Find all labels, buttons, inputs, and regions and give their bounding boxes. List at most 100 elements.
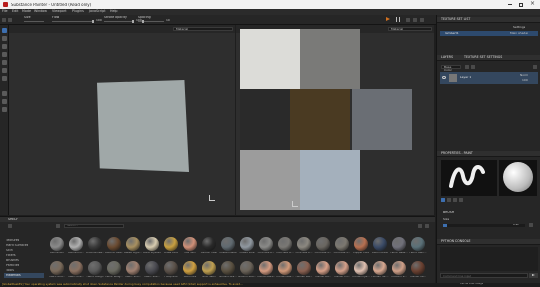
material-thumbnail[interactable] [392, 237, 406, 251]
material-thumbnail[interactable] [373, 261, 387, 275]
material-thumbnail[interactable] [278, 261, 292, 275]
fill-icon[interactable] [2, 91, 7, 96]
material-thumbnail[interactable] [69, 261, 83, 275]
viewport-2d[interactable]: Material [236, 25, 434, 215]
texture-set-item[interactable]: lambert1 Main shader [440, 31, 538, 36]
material-thumbnail[interactable] [411, 237, 425, 251]
flow-slider[interactable] [52, 19, 94, 23]
eye-icon[interactable] [442, 76, 446, 79]
flow-value[interactable]: 100 [96, 19, 102, 22]
material-thumbnail[interactable] [164, 237, 178, 251]
material-thumbnail[interactable] [354, 237, 368, 251]
brush-size-value[interactable]: 0.92 [513, 224, 519, 227]
grid-view-icon[interactable] [418, 224, 422, 228]
pause-icon[interactable] [396, 17, 400, 22]
viewport-3d[interactable]: Material [9, 25, 235, 215]
menu-javascript[interactable]: JavaScript [89, 9, 106, 13]
symmetry-icon[interactable] [8, 18, 12, 22]
shelf-category-selected[interactable]: Materials [4, 273, 44, 278]
menu-window[interactable]: Window [34, 9, 47, 13]
material-thumbnail[interactable] [202, 261, 216, 275]
material-thumbnail[interactable] [297, 237, 311, 251]
brush-preset-icon[interactable] [2, 18, 6, 22]
filter-icon[interactable] [56, 224, 60, 228]
shelf-category[interactable]: Brushes [6, 259, 19, 262]
material-thumbnail[interactable] [221, 237, 235, 251]
play-icon[interactable] [386, 17, 390, 21]
tab-texture-set-settings[interactable]: TEXTURE SET SETTINGS [464, 56, 502, 59]
material-thumbnail[interactable] [183, 261, 197, 275]
add-layer-icon[interactable] [465, 65, 469, 69]
material-thumbnail[interactable] [392, 261, 406, 275]
shelf-category[interactable]: Particles [6, 264, 19, 267]
brush-icon[interactable] [2, 28, 7, 33]
view-icon[interactable] [420, 17, 424, 22]
shelf-category[interactable]: Skin [6, 249, 13, 252]
status-message[interactable]: [GlobalDeskEx] Your operating system was… [2, 283, 442, 286]
brush-size-slider[interactable]: 0.92 [443, 224, 525, 227]
camera-icon[interactable] [406, 17, 410, 22]
add-fill-layer-icon[interactable] [471, 65, 475, 69]
material-thumbnail[interactable] [88, 261, 102, 275]
shelf-category[interactable]: Tools [6, 269, 14, 272]
material-thumbnail[interactable] [107, 237, 121, 251]
stroke-opacity-slider[interactable] [104, 19, 134, 23]
picker-icon[interactable] [2, 76, 7, 81]
material-thumbnail[interactable] [335, 261, 349, 275]
material-thumbnail[interactable] [183, 237, 197, 251]
polygon-fill-icon[interactable] [2, 99, 7, 104]
texture-set-settings-button[interactable]: Settings [513, 26, 525, 29]
material-thumbnail[interactable] [221, 261, 235, 275]
material-thumbnail[interactable] [316, 261, 330, 275]
layer-row[interactable]: Layer 1 Norm 100 [440, 72, 538, 84]
material-thumbnail[interactable] [354, 261, 368, 275]
material-thumbnail[interactable] [297, 261, 311, 275]
clone-icon[interactable] [2, 68, 7, 73]
material-thumbnail[interactable] [259, 237, 273, 251]
viewport-3d-mode-select[interactable]: Material [173, 27, 233, 31]
shelf-search-input[interactable]: Search... [64, 224, 124, 228]
layer-name[interactable]: Layer 1 [460, 76, 471, 79]
bake-icon[interactable] [2, 107, 7, 112]
material-thumbnail[interactable] [126, 237, 140, 251]
menu-help[interactable]: Help [110, 9, 118, 13]
material-thumbnail[interactable] [50, 237, 64, 251]
material-thumbnail[interactable] [240, 237, 254, 251]
material-thumbnail[interactable] [50, 261, 64, 275]
menu-edit[interactable]: Edit [12, 9, 18, 13]
material-thumbnail[interactable] [278, 237, 292, 251]
menu-mode[interactable]: Mode [22, 9, 31, 13]
maximize-icon[interactable] [519, 2, 523, 7]
close-icon[interactable]: × [530, 1, 536, 8]
material-thumbnail[interactable] [259, 261, 273, 275]
material-thumbnail[interactable] [145, 261, 159, 275]
menu-plugins[interactable]: Plugins [72, 9, 84, 13]
layer-blend-mode[interactable]: Norm [520, 74, 528, 77]
spacing-value[interactable]: 10 [166, 19, 170, 22]
geometry-mask-icon[interactable] [2, 52, 7, 57]
layer-opacity[interactable]: 100 [522, 79, 528, 82]
stencil-tab-icon[interactable] [453, 198, 457, 202]
material-thumbnail[interactable] [316, 237, 330, 251]
run-command-button[interactable] [529, 273, 538, 278]
material-thumbnail[interactable] [126, 261, 140, 275]
menu-viewport[interactable]: Viewport [52, 9, 67, 13]
material-thumbnail[interactable] [88, 237, 102, 251]
projection-icon[interactable] [2, 44, 7, 49]
python-command-input[interactable]: Command line input [440, 273, 528, 278]
material-thumbnail[interactable] [69, 237, 83, 251]
alpha-tab-icon[interactable] [447, 198, 451, 202]
eraser-icon[interactable] [2, 36, 7, 41]
material-thumbnail[interactable] [202, 237, 216, 251]
menu-file[interactable]: File [2, 9, 8, 13]
shelf-category[interactable]: Textures [6, 239, 19, 242]
material-thumbnail[interactable] [373, 237, 387, 251]
pen-pressure-icon[interactable] [529, 223, 533, 227]
shelf-category[interactable]: Hard Surfaces [6, 244, 28, 247]
material-thumbnail[interactable] [240, 261, 254, 275]
material-tab-icon[interactable] [459, 198, 463, 202]
delete-layer-icon[interactable] [533, 65, 537, 69]
material-thumbnail[interactable] [164, 261, 178, 275]
shelf-category[interactable]: Filters [6, 254, 16, 257]
brush-tab-icon[interactable] [441, 198, 445, 202]
